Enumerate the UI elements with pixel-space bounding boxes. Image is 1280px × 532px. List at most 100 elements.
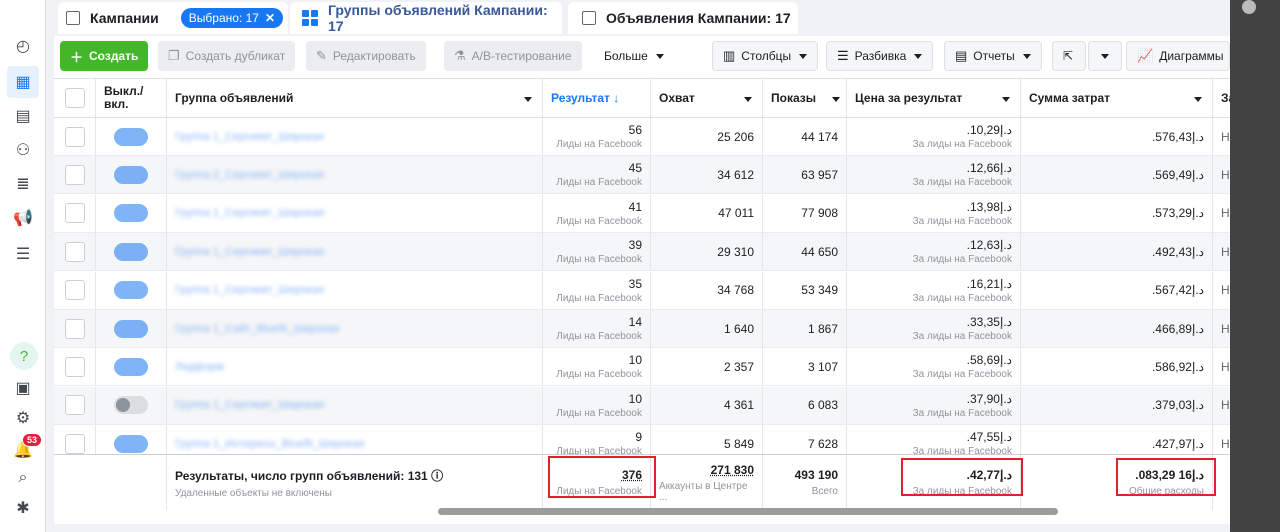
- close-icon[interactable]: ✕: [265, 11, 275, 25]
- summary-impressions-sub: Всего: [811, 486, 838, 497]
- header-result[interactable]: Результат ↓: [543, 79, 651, 117]
- reach-cell: 25 206: [651, 118, 763, 155]
- onoff-toggle[interactable]: [114, 165, 148, 184]
- megaphone-icon[interactable]: 📢: [11, 206, 35, 230]
- onoff-toggle[interactable]: [114, 242, 148, 261]
- adset-name-link[interactable]: Группа 1_Сергиевт_Широкая: [175, 131, 324, 143]
- database-icon[interactable]: ≣: [11, 172, 35, 196]
- select-all-checkbox[interactable]: [64, 88, 85, 108]
- adset-name-link[interactable]: Лидформ: [175, 361, 224, 373]
- cpr-sub: За лиды на Facebook: [912, 369, 1012, 381]
- impr-value: 44 174: [801, 129, 838, 144]
- audiences-icon[interactable]: ⚇: [11, 138, 35, 162]
- chevron-down-icon: [655, 53, 664, 59]
- row-checkbox[interactable]: [64, 356, 85, 377]
- horizontal-scrollbar[interactable]: [438, 508, 1058, 515]
- chevron-down-icon[interactable]: [524, 97, 532, 102]
- chevron-down-icon[interactable]: [744, 97, 752, 102]
- row-checkbox[interactable]: [64, 126, 85, 147]
- search-icon[interactable]: ⌕: [11, 466, 35, 490]
- row-checkbox[interactable]: [64, 395, 85, 416]
- table-row[interactable]: Группа 1_Сергиевт_Широкая 39 Лиды на Faceb…: [54, 233, 1230, 272]
- table-icon[interactable]: ▦: [7, 66, 39, 98]
- breakdown-button[interactable]: ☰ Разбивка: [826, 41, 934, 71]
- table-row[interactable]: Группа 1_Сергиевт_Широкая 10 Лиды на Faceb…: [54, 386, 1230, 425]
- header-reach[interactable]: Охват: [651, 79, 763, 117]
- create-label: Создать: [89, 49, 139, 63]
- onoff-toggle[interactable]: [114, 396, 148, 415]
- reach-cell: 47 011: [651, 194, 763, 232]
- adset-name-link[interactable]: Группа 2_Сергиевт_Широкая: [175, 169, 324, 181]
- chevron-down-icon: [914, 53, 923, 59]
- export-button[interactable]: ⇱: [1052, 41, 1086, 71]
- table-row[interactable]: Группа 1_Сергиевт_Широкая 35 Лиды на Faceb…: [54, 271, 1230, 310]
- header-onoff[interactable]: Выкл./ вкл.: [96, 79, 167, 117]
- tab-ads-label: Объявления Кампании: 17: [606, 10, 791, 26]
- row-checkbox[interactable]: [64, 318, 85, 339]
- cpr-value: .د.إ12,66: [966, 161, 1012, 176]
- tab-adsets[interactable]: Группы объявлений Кампании: 17: [290, 2, 562, 34]
- adsets-table: Выкл./ вкл. Группа объявлений Результат …: [54, 78, 1230, 510]
- adset-name-link[interactable]: Группа 1_Сайт_Bluefit_Широкая: [175, 323, 339, 335]
- impr-cell: 44 650: [763, 233, 847, 271]
- cpr-value: .د.إ10,29: [966, 123, 1012, 137]
- spent-value: .د.إ569,49: [1151, 167, 1204, 182]
- onoff-toggle[interactable]: [114, 357, 148, 376]
- row-checkbox[interactable]: [64, 203, 85, 224]
- export-menu-button[interactable]: [1088, 41, 1122, 71]
- chevron-down-icon[interactable]: [1194, 97, 1202, 102]
- table-row[interactable]: Лидформ 10 Лиды на Facebook 2 357 3 107 .د.إ5…: [54, 348, 1230, 387]
- result-value: 45: [628, 161, 642, 176]
- tab-campaigns[interactable]: Кампании Выбрано: 17 ✕: [58, 2, 288, 34]
- bug-icon[interactable]: ✱: [11, 496, 35, 520]
- more-button[interactable]: Больше: [594, 41, 674, 71]
- header-impressions[interactable]: Показы: [763, 79, 847, 117]
- adset-name-link[interactable]: Группа 1_Сергиевт_Широкая: [175, 207, 324, 219]
- onoff-toggle[interactable]: [114, 319, 148, 338]
- settings-icon[interactable]: ⚙: [11, 406, 35, 430]
- header-adset[interactable]: Группа объявлений: [167, 79, 543, 117]
- info-icon[interactable]: ⓘ: [431, 469, 443, 483]
- header-next[interactable]: За: [1213, 79, 1230, 117]
- onoff-toggle[interactable]: [114, 127, 148, 146]
- onoff-toggle[interactable]: [114, 281, 148, 300]
- row-checkbox[interactable]: [64, 241, 85, 262]
- reach-cell: 2 357: [651, 348, 763, 386]
- menu-icon[interactable]: ☰: [11, 242, 35, 266]
- duplicate-button[interactable]: ❐ Создать дубликат: [158, 41, 296, 71]
- row-checkbox[interactable]: [64, 280, 85, 301]
- impr-cell: 53 349: [763, 271, 847, 309]
- tab-ads[interactable]: Объявления Кампании: 17: [568, 2, 798, 34]
- adset-name-cell: Группа 1_Сергиевт_Широкая: [167, 233, 543, 271]
- onoff-toggle[interactable]: [114, 434, 148, 453]
- newspaper-icon[interactable]: ▣: [11, 376, 35, 400]
- table-row[interactable]: Группа 1_Сергиевт_Широкая 56 Лиды на Faceb…: [54, 118, 1230, 156]
- row-checkbox[interactable]: [64, 433, 85, 454]
- header-cpr[interactable]: Цена за результат: [847, 79, 1021, 117]
- onoff-toggle[interactable]: [114, 204, 148, 223]
- selected-chip[interactable]: Выбрано: 17 ✕: [180, 8, 284, 28]
- header-spent-label: Сумма затрат: [1029, 91, 1111, 105]
- charts-button[interactable]: 📈 Диаграммы: [1126, 41, 1230, 71]
- reports-button[interactable]: ▤ Отчеты: [944, 41, 1042, 71]
- columns-button[interactable]: ▥ Столбцы: [712, 41, 819, 71]
- table-row[interactable]: Группа 1_Сайт_Bluefit_Широкая 14 Лиды на F…: [54, 310, 1230, 348]
- adset-name-link[interactable]: Группа 1_Интересы_Bluefit_Широкая: [175, 438, 364, 450]
- ab-test-button[interactable]: ⚗ A/B-тестирование: [444, 41, 582, 71]
- create-button[interactable]: ＋ Создать: [60, 41, 149, 71]
- row-checkbox[interactable]: [64, 164, 85, 185]
- adset-name-link[interactable]: Группа 1_Сергиевт_Широкая: [175, 399, 324, 411]
- edit-button[interactable]: ✎ Редактировать: [306, 41, 426, 71]
- help-icon[interactable]: ?: [10, 342, 38, 370]
- pages-icon[interactable]: ▤: [11, 104, 35, 128]
- clock-icon[interactable]: [1242, 0, 1256, 14]
- adset-name-link[interactable]: Группа 1_Сергиевт_Широкая: [175, 284, 324, 296]
- table-row[interactable]: Группа 1_Сергиевт_Широкая 41 Лиды на Faceb…: [54, 194, 1230, 233]
- chevron-down-icon[interactable]: [1002, 97, 1010, 102]
- dashboard-icon[interactable]: ◴: [11, 34, 35, 58]
- chevron-down-icon[interactable]: [832, 97, 840, 102]
- header-spent[interactable]: Сумма затрат: [1021, 79, 1213, 117]
- table-row[interactable]: Группа 2_Сергиевт_Широкая 45 Лиды на Faceb…: [54, 156, 1230, 195]
- impr-cell: 1 867: [763, 310, 847, 347]
- adset-name-link[interactable]: Группа 1_Сергиевт_Широкая: [175, 246, 324, 258]
